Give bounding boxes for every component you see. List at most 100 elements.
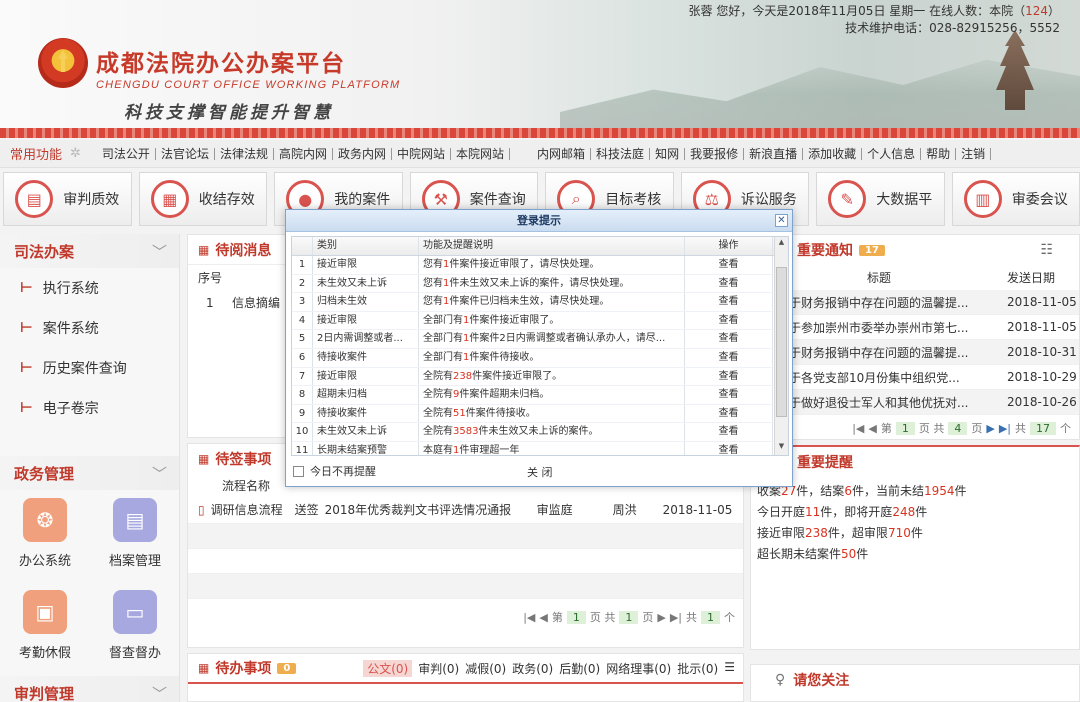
sidebar-section-header[interactable]: 司法办案 ﹀ — [0, 234, 179, 268]
folder-icon: ▭ — [113, 590, 157, 634]
scroll-down-icon[interactable]: ▼ — [775, 442, 788, 454]
module-button[interactable]: ▥ 审委会议 — [951, 172, 1080, 226]
desc-count: 238 — [453, 370, 473, 382]
view-link[interactable]: 查看 — [685, 404, 773, 423]
notice-row[interactable]: 于财务报销中存在问题的温馨提... 2018-10-31 — [751, 340, 1079, 365]
notice-date: 2018-10-31 — [1007, 345, 1077, 359]
nav-link[interactable]: 注销 — [956, 147, 992, 160]
office-icon: ❂ — [23, 498, 67, 542]
view-link[interactable]: 查看 — [685, 274, 773, 293]
page-input[interactable]: 1 — [895, 421, 915, 435]
first-page-icon[interactable]: |◀ — [523, 611, 535, 624]
nav-link[interactable]: 新浪直播 — [744, 147, 804, 160]
nav-link[interactable]: 本院网站 — [451, 147, 511, 160]
table-row: 2 未生效又未上诉 您有1件未生效又未上诉的案件，请尽快处理。 查看 — [292, 274, 788, 294]
row-category: 接近审限 — [313, 256, 419, 274]
chevron-down-icon: ﹀ — [151, 242, 167, 261]
column-header: 流程名称 — [222, 478, 271, 493]
tile-supervise[interactable]: ▭ 督查督办 — [90, 590, 180, 682]
page-total: 1 — [619, 610, 639, 624]
tab-government[interactable]: 政务(0) — [512, 660, 553, 677]
view-link[interactable]: 查看 — [685, 330, 773, 348]
tab-trial[interactable]: 审判(0) — [418, 660, 459, 677]
sidebar-item[interactable]: ⊢ 电子卷宗 — [0, 388, 179, 428]
view-link[interactable]: 查看 — [685, 256, 773, 274]
tab-commutation[interactable]: 减假(0) — [465, 660, 506, 677]
text: 件 — [954, 484, 967, 498]
section-title: 政务管理 — [14, 464, 75, 483]
tile-office[interactable]: ❂ 办公系统 — [0, 498, 90, 590]
view-link[interactable]: 查看 — [685, 367, 773, 386]
view-link[interactable]: 查看 — [685, 441, 773, 455]
nav-link[interactable]: 科技法庭 — [591, 147, 651, 160]
prev-page-icon[interactable]: ◀ — [868, 422, 876, 435]
nav-link[interactable]: 法律法规 — [215, 147, 274, 160]
nav-link[interactable]: 政务内网 — [333, 147, 392, 160]
table-row[interactable]: ▯ 调研信息流程 送签 2018年优秀裁判文书评选情况通报 审监庭 周洪 201… — [188, 496, 743, 524]
page-input[interactable]: 1 — [566, 610, 586, 624]
sidebar-item[interactable]: ⊢ 历史案件查询 — [0, 348, 179, 388]
row-desc: 全部门有1件案件2日内需调整或者确认承办人，请尽... — [419, 330, 685, 348]
greeting-text: 张蓉 您好，今天是2018年11月05日 星期一 在线人数：本院（ — [688, 4, 1026, 18]
tab-documents[interactable]: 公文(0) — [363, 659, 413, 677]
sidebar-item[interactable]: ⊢ 案件系统 — [0, 308, 179, 348]
view-link[interactable]: 查看 — [685, 423, 773, 441]
module-button[interactable]: ▦ 收结存效 — [138, 172, 267, 226]
tab-instructions[interactable]: 批示(0) — [677, 660, 718, 677]
nav-link[interactable]: 添加收藏 — [803, 147, 863, 160]
close-button[interactable]: 关 闭 — [527, 464, 553, 480]
sidebar-item-label: 电子卷宗 — [42, 401, 99, 417]
no-remind-checkbox[interactable] — [293, 465, 304, 477]
first-page-icon[interactable]: |◀ — [852, 422, 864, 435]
pager: |◀ ◀ 第1页 共1页 ▶ ▶| 共1个 — [188, 609, 743, 625]
tab-network[interactable]: 网络理事(0) — [606, 660, 671, 677]
panel-title: 待办事项 — [215, 661, 272, 677]
brand-subtitle: CHENGDU COURT OFFICE WORKING PLATFORM — [96, 79, 401, 91]
view-link[interactable]: 查看 — [685, 311, 773, 330]
scroll-thumb[interactable] — [776, 267, 787, 417]
count: 238 — [805, 526, 828, 540]
table-row: 3 归档未生效 您有1件案件已归档未生效，请尽快处理。 查看 — [292, 293, 788, 312]
prev-page-icon[interactable]: ◀ — [539, 611, 547, 624]
notice-row[interactable]: 于财务报销中存在问题的温馨提... 2018-11-05 — [751, 290, 1079, 315]
nav-link[interactable]: 内网邮箱 — [532, 147, 592, 160]
last-page-icon[interactable]: ▶| — [670, 611, 682, 624]
notice-row[interactable]: 于各党支部10月份集中组织党... 2018-10-29 — [751, 365, 1079, 390]
view-link[interactable]: 查看 — [685, 293, 773, 311]
tab-logistics[interactable]: 后勤(0) — [559, 660, 600, 677]
gear-icon[interactable]: ✲ — [70, 146, 81, 161]
scroll-up-icon[interactable]: ▲ — [775, 238, 788, 250]
vertical-scrollbar[interactable]: ▲ ▼ — [774, 237, 788, 455]
tile-attendance[interactable]: ▣ 考勤休假 — [0, 590, 90, 682]
module-button[interactable]: ✎ 大数据平 — [816, 172, 945, 226]
no-remind-label[interactable]: 今日不再提醒 — [310, 463, 376, 479]
sidebar-item[interactable]: ⊢ 执行系统 — [0, 268, 179, 308]
nav-link[interactable]: 个人信息 — [862, 147, 922, 160]
notice-row[interactable]: 于做好退役士军人和其他优抚对... 2018-10-26 — [751, 390, 1079, 415]
nav-link[interactable]: 司法公开 — [97, 147, 156, 160]
text: 件，即将开庭 — [820, 505, 893, 519]
reminder-line[interactable]: 今日开庭11件，即将开庭248件 — [757, 502, 1079, 523]
reminder-line[interactable]: 接近审限238件，超审限710件 — [757, 523, 1079, 544]
view-link[interactable]: 查看 — [685, 348, 773, 367]
nav-link[interactable]: 高院内网 — [274, 147, 333, 160]
reminder-line[interactable]: 超长期未结案件50件 — [757, 544, 1079, 565]
nav-link[interactable]: 法官论坛 — [156, 147, 215, 160]
view-link[interactable]: 查看 — [685, 386, 773, 404]
next-page-icon[interactable]: ▶ — [986, 422, 994, 435]
sidebar-section-header[interactable]: 政务管理 ﹀ — [0, 456, 179, 490]
last-page-icon[interactable]: ▶| — [999, 422, 1011, 435]
nav-link[interactable]: 帮助 — [921, 147, 957, 160]
nav-link[interactable]: 我要报修 — [685, 147, 745, 160]
nav-link[interactable]: 知网 — [650, 147, 686, 160]
list-icon[interactable]: ☰ — [724, 660, 735, 677]
reminder-line[interactable]: 收案27件，结案6件，当前未结1954件 — [757, 481, 1079, 502]
close-icon[interactable]: ✕ — [775, 214, 788, 227]
count: 248 — [892, 505, 916, 519]
module-button[interactable]: ▤ 审判质效 — [3, 172, 132, 226]
list-icon[interactable]: ☷ — [1040, 242, 1053, 258]
nav-link[interactable]: 中院网站 — [392, 147, 452, 160]
tile-archive[interactable]: ▤ 档案管理 — [90, 498, 180, 590]
notice-row[interactable]: 于参加崇州市委举办崇州市第七... 2018-11-05 — [751, 315, 1079, 340]
next-page-icon[interactable]: ▶ — [657, 611, 665, 624]
